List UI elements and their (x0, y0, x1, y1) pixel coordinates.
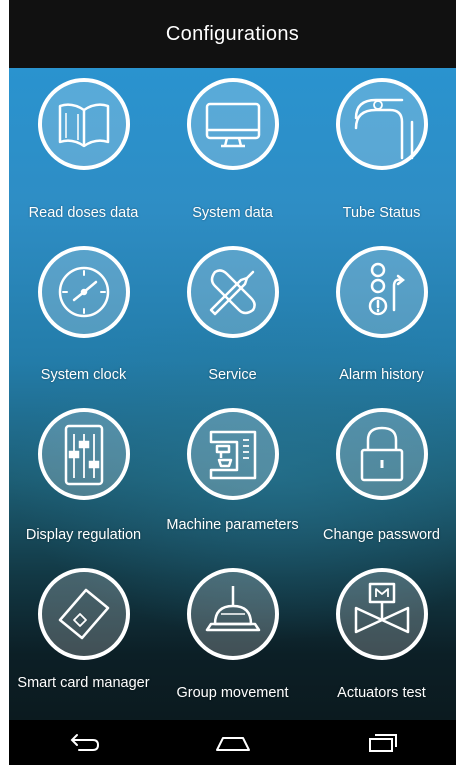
monitor-icon (187, 78, 279, 170)
menu-item-label: Read doses data (28, 205, 139, 221)
title-bar: Configurations (9, 0, 456, 68)
recents-icon (368, 733, 397, 752)
menu-item-label: Group movement (176, 685, 289, 701)
menu-item-label: Machine parameters (166, 517, 299, 533)
menu-item-label: Tube Status (342, 205, 421, 221)
book-icon (38, 78, 130, 170)
screen: Configurations Read doses data System da… (9, 0, 456, 765)
home-icon (215, 736, 250, 751)
menu-item-label: System data (192, 205, 273, 221)
menu-item-service[interactable]: Service (158, 238, 307, 398)
recents-button[interactable] (352, 723, 412, 763)
padlock-icon (336, 408, 428, 500)
navigation-bar (9, 720, 456, 765)
alarm-history-icon (336, 246, 428, 338)
menu-item-system-data[interactable]: System data (158, 68, 307, 238)
menu-item-label: Change password (323, 527, 440, 543)
menu-grid: Read doses data System data Tube Status … (9, 68, 456, 720)
coffee-machine-icon (187, 408, 279, 500)
back-icon (70, 733, 99, 751)
menu-item-smart-card-manager[interactable]: Smart card manager (9, 558, 158, 720)
menu-item-group-movement[interactable]: Group movement (158, 558, 307, 720)
menu-item-tube-status[interactable]: Tube Status (307, 68, 456, 238)
menu-item-label: Service (208, 367, 257, 383)
sliders-icon (38, 408, 130, 500)
menu-item-change-password[interactable]: Change password (307, 398, 456, 558)
smart-card-icon (38, 568, 130, 660)
menu-item-read-doses-data[interactable]: Read doses data (9, 68, 158, 238)
menu-item-label: System clock (40, 367, 127, 383)
menu-item-label: Alarm history (339, 367, 424, 383)
group-head-icon (187, 568, 279, 660)
menu-area: Read doses data System data Tube Status … (9, 68, 456, 720)
menu-item-label: Display regulation (25, 527, 142, 543)
menu-item-actuators-test[interactable]: Actuators test (307, 558, 456, 720)
menu-item-machine-parameters[interactable]: Machine parameters (158, 398, 307, 558)
home-button[interactable] (203, 723, 263, 763)
menu-item-display-regulation[interactable]: Display regulation (9, 398, 158, 558)
wrench-screwdriver-icon (187, 246, 279, 338)
tube-icon (336, 78, 428, 170)
valve-icon (336, 568, 428, 660)
menu-item-system-clock[interactable]: System clock (9, 238, 158, 398)
clock-icon (38, 246, 130, 338)
page-title: Configurations (165, 22, 300, 45)
back-button[interactable] (54, 723, 114, 763)
menu-item-label: Smart card manager (17, 675, 150, 691)
menu-item-label: Actuators test (337, 685, 426, 701)
menu-item-alarm-history[interactable]: Alarm history (307, 238, 456, 398)
